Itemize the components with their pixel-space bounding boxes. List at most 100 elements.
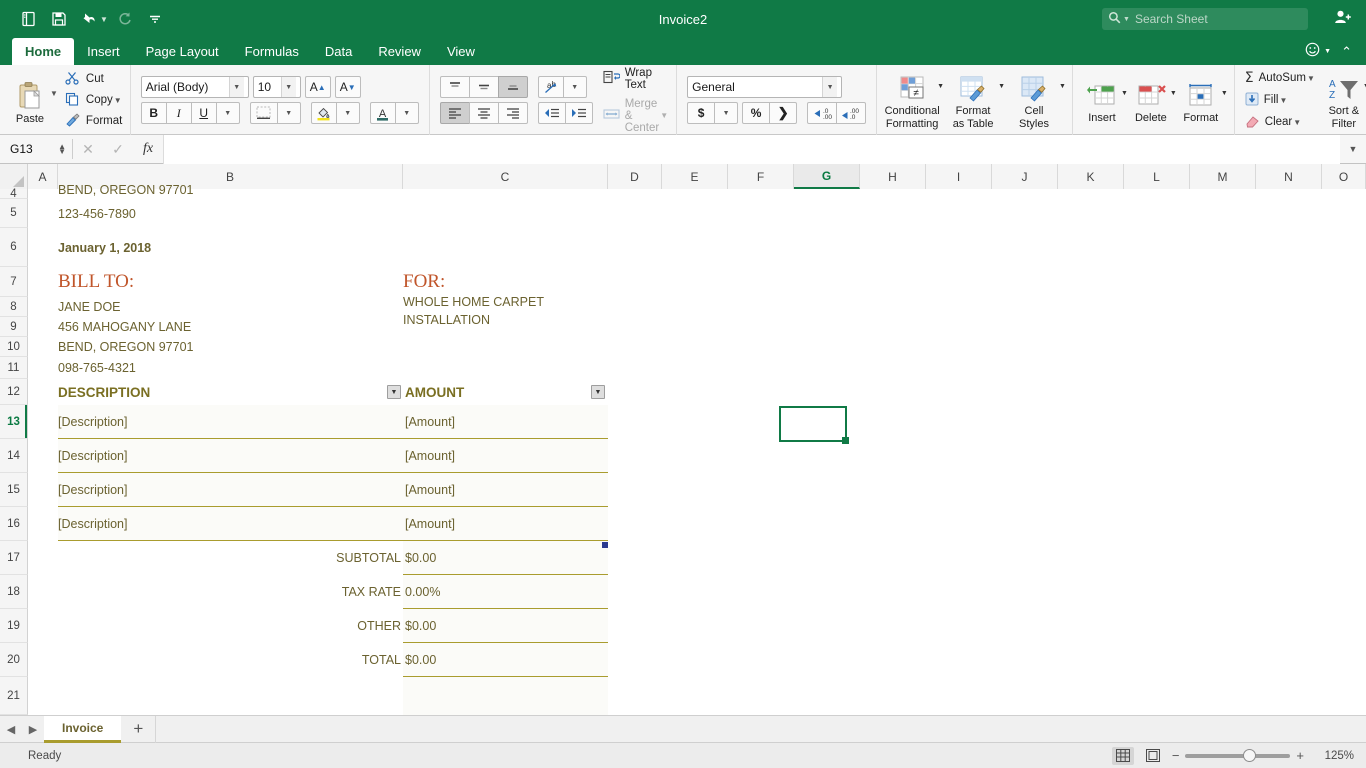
new-from-template-icon[interactable] xyxy=(14,6,44,32)
fill-handle[interactable] xyxy=(842,437,849,444)
col-header-j[interactable]: J xyxy=(992,164,1058,189)
zoom-out-button[interactable]: − xyxy=(1172,748,1180,763)
fill-color-icon[interactable] xyxy=(310,102,337,124)
name-box-spinner-icon[interactable]: ▲ ▼ xyxy=(58,143,72,156)
confirm-check-icon[interactable]: ✓ xyxy=(103,141,133,158)
cell-b13[interactable]: [Description] xyxy=(58,405,403,439)
increase-decimal-icon[interactable]: .00.0 xyxy=(836,102,867,124)
conditional-formatting-button[interactable]: ≠ Conditional Formatting xyxy=(883,69,941,130)
row-header-15[interactable]: 15 xyxy=(0,473,28,507)
zoom-level-label[interactable]: 125% xyxy=(1312,750,1354,762)
page-layout-view-icon[interactable] xyxy=(1142,747,1164,765)
smiley-feedback-icon[interactable] xyxy=(1305,42,1320,61)
fill-color-caret-icon[interactable]: ▼ xyxy=(335,102,360,124)
fill-button[interactable]: Fill ▼ xyxy=(1245,91,1317,110)
cell-c8-line1[interactable]: WHOLE HOME CARPET xyxy=(403,293,608,311)
cell-b17-subtotal-label[interactable]: SUBTOTAL xyxy=(58,541,401,575)
format-as-table-button[interactable]: Format as Table xyxy=(944,69,1002,130)
row-header-18[interactable]: 18 xyxy=(0,575,28,609)
undo-dropdown-caret[interactable]: ▼ xyxy=(100,15,108,24)
cell-c16[interactable]: [Amount] xyxy=(405,507,608,541)
comma-style-button[interactable]: ❯ xyxy=(769,102,798,124)
cell-b19-other-label[interactable]: OTHER xyxy=(58,609,401,643)
col-header-g[interactable]: G xyxy=(794,164,860,189)
col-header-c[interactable]: C xyxy=(403,164,608,189)
zoom-slider-track[interactable] xyxy=(1185,748,1291,762)
font-name-select[interactable]: Arial (Body) ▼ xyxy=(140,76,249,98)
insert-cells-caret-icon[interactable]: ▼ xyxy=(1121,76,1128,97)
format-painter-button[interactable]: Format xyxy=(64,112,124,131)
col-header-k[interactable]: K xyxy=(1058,164,1124,189)
insert-cells-button[interactable]: Insert xyxy=(1079,76,1125,125)
add-sheet-button[interactable]: + xyxy=(121,719,155,739)
cell-styles-caret-icon[interactable]: ▼ xyxy=(1059,69,1066,90)
cell-c17-subtotal-value[interactable]: $0.00 xyxy=(405,541,608,575)
row-header-19[interactable]: 19 xyxy=(0,609,28,643)
font-size-caret-icon[interactable]: ▼ xyxy=(280,77,296,97)
underline-button[interactable]: U xyxy=(190,102,217,124)
save-icon[interactable] xyxy=(44,6,74,32)
clear-button[interactable]: Clear ▼ xyxy=(1245,113,1317,132)
orientation-icon[interactable]: ab xyxy=(537,76,564,98)
col-header-l[interactable]: L xyxy=(1124,164,1190,189)
cell-c15[interactable]: [Amount] xyxy=(405,473,608,507)
decrease-decimal-icon[interactable]: .0.00 xyxy=(807,102,838,124)
search-input-placeholder[interactable]: Search Sheet xyxy=(1135,12,1208,26)
cell-b20-total-label[interactable]: TOTAL xyxy=(58,643,401,677)
percent-button[interactable]: % xyxy=(742,102,771,124)
cell-b9[interactable]: 456 MAHOGANY LANE xyxy=(58,317,403,337)
tab-data[interactable]: Data xyxy=(312,38,365,65)
font-color-caret-icon[interactable]: ▼ xyxy=(394,102,419,124)
col-header-n[interactable]: N xyxy=(1256,164,1322,189)
formula-input[interactable] xyxy=(163,134,1340,164)
col-header-d[interactable]: D xyxy=(608,164,662,189)
cell-c13[interactable]: [Amount] xyxy=(405,405,608,439)
currency-caret-icon[interactable]: ▼ xyxy=(714,102,739,124)
tab-review[interactable]: Review xyxy=(365,38,434,65)
description-filter-button[interactable]: ▼ xyxy=(387,385,401,399)
row-header-6[interactable]: 6 xyxy=(0,228,28,267)
cell-b8[interactable]: JANE DOE xyxy=(58,297,403,317)
align-right-icon[interactable] xyxy=(497,102,528,124)
conditional-formatting-caret-icon[interactable]: ▼ xyxy=(937,69,944,90)
sheet-tab-invoice[interactable]: Invoice xyxy=(44,715,122,743)
cell-c20-total-value[interactable]: $0.00 xyxy=(405,643,608,677)
borders-caret-icon[interactable]: ▼ xyxy=(276,102,301,124)
fill-caret-icon[interactable]: ▼ xyxy=(1279,96,1287,105)
delete-cells-button[interactable]: Delete xyxy=(1128,76,1174,125)
increase-font-size-button[interactable]: A ▲ xyxy=(304,76,331,98)
currency-button[interactable]: $ xyxy=(687,102,716,124)
row-header-20[interactable]: 20 xyxy=(0,643,28,677)
col-header-m[interactable]: M xyxy=(1190,164,1256,189)
paste-button[interactable]: Paste xyxy=(6,75,54,125)
merge-center-button[interactable]: Merge & Center ▼ xyxy=(603,98,670,134)
formula-bar-expand-icon[interactable]: ▼ xyxy=(1340,144,1366,154)
clear-caret-icon[interactable]: ▼ xyxy=(1293,118,1301,127)
cell-b7[interactable]: BILL TO: xyxy=(58,267,403,297)
number-format-select[interactable]: General ▼ xyxy=(687,76,843,98)
col-header-a[interactable]: A xyxy=(28,164,58,189)
cell-b15[interactable]: [Description] xyxy=(58,473,403,507)
row-header-8[interactable]: 8 xyxy=(0,297,28,317)
search-sheet-box[interactable]: ▼ Search Sheet xyxy=(1102,8,1308,30)
copy-dropdown-caret-icon[interactable]: ▼ xyxy=(114,96,122,105)
row-header-4[interactable]: 4 xyxy=(0,188,28,200)
row-header-13[interactable]: 13 xyxy=(0,405,28,439)
bold-button[interactable]: B xyxy=(140,102,167,124)
format-as-table-caret-icon[interactable]: ▼ xyxy=(998,69,1005,90)
cell-b6[interactable]: January 1, 2018 xyxy=(58,228,403,267)
row-header-11[interactable]: 11 xyxy=(0,357,28,379)
selected-cell-g13[interactable] xyxy=(779,406,849,444)
align-left-icon[interactable] xyxy=(439,102,470,124)
cell-c12-amount-header[interactable]: AMOUNT xyxy=(405,379,610,405)
prev-sheet-icon[interactable]: ◀ xyxy=(0,723,22,736)
normal-view-icon[interactable] xyxy=(1111,746,1134,765)
font-name-caret-icon[interactable]: ▼ xyxy=(228,77,244,97)
col-header-i[interactable]: I xyxy=(926,164,992,189)
row-header-5[interactable]: 5 xyxy=(0,199,28,228)
cell-b16[interactable]: [Description] xyxy=(58,507,403,541)
cell-b18-tax-rate-label[interactable]: TAX RATE xyxy=(58,575,401,609)
align-bottom-icon[interactable] xyxy=(497,76,528,98)
row-header-12[interactable]: 12 xyxy=(0,379,28,405)
cell-c19-other-value[interactable]: $0.00 xyxy=(405,609,608,643)
